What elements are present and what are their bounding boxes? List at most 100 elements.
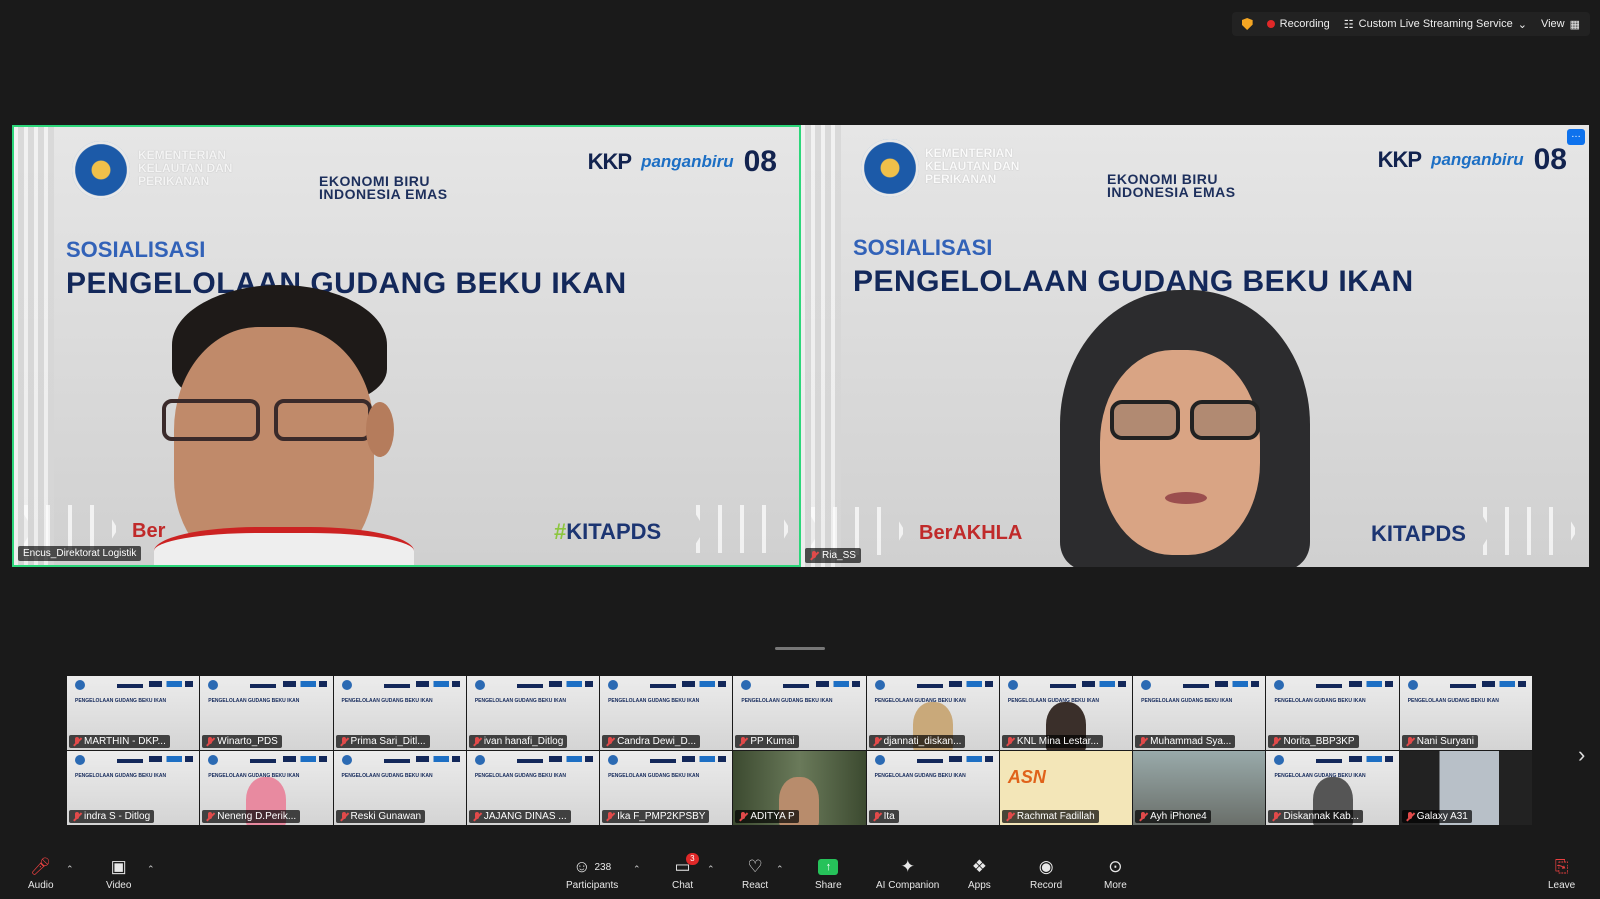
mic-muted-icon [1139, 811, 1147, 822]
gallery-participant-tile[interactable]: PENGELOLAAN GUDANG BEKU IKAN Candra Dewi_… [600, 676, 734, 751]
gallery-participant-tile[interactable]: PENGELOLAAN GUDANG BEKU IKAN MARTHIN - DK… [67, 676, 201, 751]
mic-muted-icon [73, 811, 81, 822]
mini-slide-title: PENGELOLAAN GUDANG BEKU IKAN [1274, 698, 1366, 704]
recording-indicator[interactable]: Recording [1266, 18, 1330, 30]
slide-subtitle: SOSIALISASI [853, 235, 993, 260]
o8-logo: 08 [743, 145, 777, 178]
gallery-participant-tile[interactable]: PENGELOLAAN GUDANG BEKU IKAN KNL Mina Les… [999, 676, 1134, 751]
tile-more-options-button[interactable]: … [1567, 129, 1585, 145]
gallery-name-tag: Muhammad Sya... [1135, 735, 1236, 748]
audio-button[interactable]: 🎤︎ Audio [28, 857, 54, 891]
mini-slide-logo [783, 684, 810, 688]
mic-muted-icon [810, 550, 818, 561]
video-caret-icon[interactable]: ⌃ [147, 864, 155, 875]
share-button[interactable]: ↑ Share [815, 857, 842, 891]
gallery-participant-tile[interactable]: PENGELOLAAN GUDANG BEKU IKAN ivan hanafi_… [466, 676, 601, 751]
mic-muted-icon [206, 811, 214, 822]
gallery-participant-tile[interactable]: PENGELOLAAN GUDANG BEKU IKAN indra S - Di… [67, 751, 201, 826]
gallery-name-tag: Diskannak Kab... [1268, 810, 1364, 823]
gallery-participant-tile[interactable]: ADITYA P [733, 751, 867, 826]
gallery-participant-tile[interactable]: PENGELOLAAN GUDANG BEKU IKAN Ika F_PMP2KP… [600, 751, 734, 826]
gallery-participant-tile[interactable]: PENGELOLAAN GUDANG BEKU IKAN JAJANG DINAS… [466, 751, 601, 826]
mini-slide-title: PENGELOLAAN GUDANG BEKU IKAN [208, 698, 300, 704]
resize-handle[interactable] [775, 647, 825, 650]
chat-button[interactable]: ▭ 3 Chat [672, 853, 699, 891]
live-streaming-indicator[interactable]: ☷ Custom Live Streaming Service ⌄ [1344, 18, 1527, 31]
gallery-participant-tile[interactable]: PENGELOLAAN GUDANG BEKU IKAN Ita [866, 751, 1000, 826]
mini-slide-logo [516, 684, 543, 688]
mini-slide-title: PENGELOLAAN GUDANG BEKU IKAN [1007, 698, 1100, 704]
mini-slide-logo [1449, 684, 1476, 688]
mini-slide-logo [516, 759, 543, 763]
view-label: View [1540, 18, 1565, 30]
gallery-participant-tile[interactable]: PENGELOLAAN GUDANG BEKU IKAN PP Kumai [733, 676, 867, 751]
gallery-participant-tile[interactable]: PENGELOLAAN GUDANG BEKU IKAN djannati_dis… [866, 676, 1000, 751]
react-button[interactable]: ♡ React [742, 857, 768, 891]
mic-muted-icon [739, 811, 747, 822]
mic-muted-icon [1006, 811, 1014, 822]
mini-slide-logo [1316, 759, 1343, 763]
ministry-logo [861, 139, 919, 197]
chevron-down-icon: ⌄ [1517, 18, 1527, 31]
gallery-participant-name: Nani Suryani [1416, 736, 1474, 747]
mini-slide-title: PENGELOLAAN GUDANG BEKU IKAN [1274, 773, 1366, 779]
apps-button[interactable]: ❖ Apps [968, 857, 991, 891]
mic-muted-icon: 🎤︎ [29, 857, 52, 876]
security-indicator[interactable] [1241, 18, 1253, 30]
gallery-name-tag: MARTHIN - DKP... [69, 735, 170, 748]
mic-muted-icon [1006, 736, 1014, 747]
ekonomi-biru-logo: EKONOMI BIRU INDONESIA EMAS [319, 174, 448, 201]
chevron-decoration [1477, 507, 1577, 555]
gallery-participant-tile[interactable]: Galaxy A31 [1399, 751, 1533, 826]
gallery-participant-tile[interactable]: PENGELOLAAN GUDANG BEKU IKAN Neneng D.Per… [200, 751, 334, 826]
slide-subtitle: SOSIALISASI [66, 237, 206, 262]
gallery-participant-tile[interactable]: PENGELOLAAN GUDANG BEKU IKAN Nani Suryani [1399, 676, 1533, 751]
participants-button[interactable]: ☺ 238 Participants [566, 857, 618, 891]
mini-slide-title: PENGELOLAAN GUDANG BEKU IKAN [608, 773, 700, 779]
gallery-participant-tile[interactable]: Ayh iPhone4 [1133, 751, 1267, 826]
mic-muted-icon [606, 811, 614, 822]
gallery-participant-tile[interactable]: PENGELOLAAN GUDANG BEKU IKAN Winarto_PDS [200, 676, 334, 751]
video-button[interactable]: ▣ Video [106, 857, 131, 891]
mic-muted-icon [1406, 811, 1414, 822]
meeting-window: Recording ☷ Custom Live Streaming Servic… [0, 0, 1600, 899]
audio-caret-icon[interactable]: ⌃ [66, 864, 74, 875]
record-button[interactable]: ◉ Record [1030, 857, 1062, 891]
chat-caret-icon[interactable]: ⌃ [707, 864, 715, 875]
gallery-participant-name: Ika F_PMP2KPSBY [617, 811, 706, 822]
mouth-shape [1165, 492, 1207, 504]
ai-companion-button[interactable]: ✦ AI Companion [876, 857, 939, 891]
gallery-next-arrow-icon[interactable]: › [1578, 742, 1585, 768]
view-button[interactable]: View ▦ [1541, 18, 1580, 31]
gallery-name-tag: indra S - Ditlog [69, 810, 155, 823]
leave-button[interactable]: ⎘ Leave [1548, 857, 1575, 891]
kitapds-tag: KITAPDS [1371, 521, 1466, 546]
gallery-name-tag: PP Kumai [735, 735, 799, 748]
gallery-participant-name: Ayh iPhone4 [1150, 811, 1207, 822]
gallery-participant-tile[interactable]: PENGELOLAAN GUDANG BEKU IKAN Diskannak Ka… [1266, 751, 1400, 826]
mic-muted-icon [1272, 736, 1280, 747]
gallery-name-tag: Galaxy A31 [1401, 810, 1472, 823]
slide-title: PENGELOLAAN GUDANG BEKU IKAN [66, 267, 627, 300]
chat-label: Chat [672, 880, 694, 891]
mini-slide-title: PENGELOLAAN GUDANG BEKU IKAN [75, 698, 167, 704]
gallery-participant-tile[interactable]: PENGELOLAAN GUDANG BEKU IKAN Reski Gunawa… [333, 751, 467, 826]
shield-icon [1241, 18, 1253, 30]
video-tile-participant[interactable]: KEMENTERIAN KELAUTAN DAN PERIKANAN EKONO… [801, 125, 1589, 567]
slide-ber-text: BerAKHLA [919, 522, 1023, 544]
more-dots-icon: ⊙ [1108, 857, 1123, 876]
gallery-participant-tile[interactable]: PENGELOLAAN GUDANG BEKU IKAN Prima Sari_D… [333, 676, 467, 751]
mini-slide-title: PENGELOLAAN GUDANG BEKU IKAN [741, 698, 833, 704]
gallery-participant-tile[interactable]: PENGELOLAAN GUDANG BEKU IKAN Norita_BBP3K… [1266, 676, 1400, 751]
video-camera-icon: ▣ [110, 857, 127, 876]
gallery-participant-tile[interactable]: PENGELOLAAN GUDANG BEKU IKAN Muhammad Sya… [1133, 676, 1267, 751]
panganbiru-logo: panganbiru [641, 152, 734, 171]
react-caret-icon[interactable]: ⌃ [776, 864, 784, 875]
more-button[interactable]: ⊙ More [1104, 857, 1127, 891]
gallery-name-tag: Prima Sari_Ditl... [335, 735, 430, 748]
participants-caret-icon[interactable]: ⌃ [633, 864, 641, 875]
video-tile-active-speaker[interactable]: KEMENTERIAN KELAUTAN DAN PERIKANAN EKONO… [12, 125, 801, 567]
share-arrow-icon: ↑ [818, 859, 839, 875]
gallery-name-tag: Ayh iPhone4 [1135, 810, 1211, 823]
gallery-participant-tile[interactable]: ASN Rachmat Fadillah [999, 751, 1134, 826]
